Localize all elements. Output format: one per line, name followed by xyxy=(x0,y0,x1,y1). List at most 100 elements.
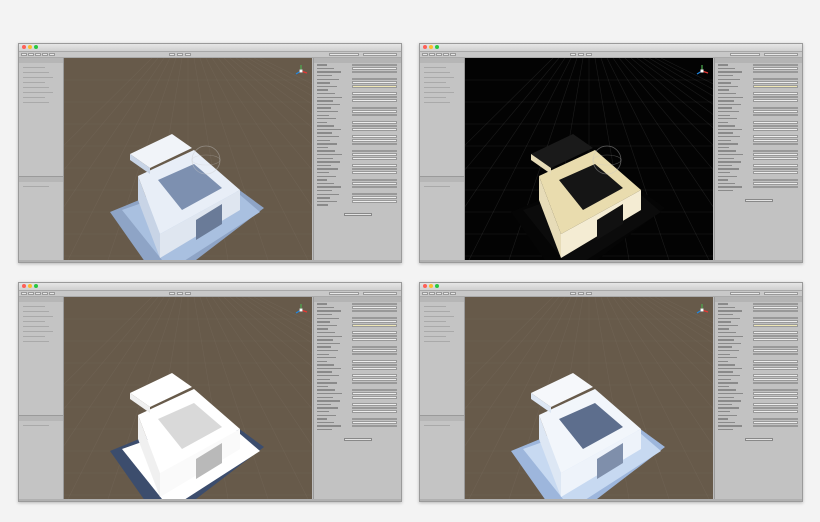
scene-gizmo-icon[interactable] xyxy=(294,64,308,78)
toolbar-button[interactable] xyxy=(436,292,442,295)
inspector-add-component-button[interactable] xyxy=(745,437,773,441)
maximize-window-button[interactable] xyxy=(435,284,439,288)
scene-canvas[interactable] xyxy=(64,297,312,499)
inspector-row-label xyxy=(718,121,728,124)
inspector-row-label xyxy=(317,414,336,416)
toolbar-button[interactable] xyxy=(429,292,435,295)
hierarchy-item[interactable] xyxy=(424,337,450,342)
toolbar-button[interactable] xyxy=(21,292,27,295)
toolbar-button[interactable] xyxy=(42,292,48,295)
inspector-row-label xyxy=(317,154,342,156)
toolbar-button[interactable] xyxy=(570,53,576,56)
close-window-button[interactable] xyxy=(22,284,26,288)
toolbar-button[interactable] xyxy=(578,53,584,56)
inspector-row-label xyxy=(317,114,329,116)
toolbar-button[interactable] xyxy=(586,292,592,295)
toolbar-button[interactable] xyxy=(443,53,449,56)
hierarchy-item[interactable] xyxy=(23,337,49,342)
inspector-row-label xyxy=(718,328,729,330)
toolbar-button[interactable] xyxy=(586,53,592,56)
scene-view[interactable] xyxy=(64,58,312,260)
maximize-window-button[interactable] xyxy=(34,45,38,49)
minimize-window-button[interactable] xyxy=(28,45,32,49)
inspector-row-label xyxy=(317,421,334,424)
toolbar-button[interactable] xyxy=(177,292,183,295)
toolbar-button[interactable] xyxy=(49,292,55,295)
toolbar-button[interactable] xyxy=(764,53,798,56)
close-window-button[interactable] xyxy=(423,45,427,49)
scene-gizmo-icon[interactable] xyxy=(695,303,709,317)
toolbar-button[interactable] xyxy=(42,53,48,56)
close-window-button[interactable] xyxy=(22,45,26,49)
inspector-row-label xyxy=(317,331,335,334)
inspector-panel xyxy=(313,297,401,499)
toolbar-button[interactable] xyxy=(422,53,428,56)
inspector-row-label xyxy=(317,385,328,388)
inspector-row-label xyxy=(718,114,730,116)
toolbar-button[interactable] xyxy=(436,53,442,56)
toolbar-button[interactable] xyxy=(177,53,183,56)
toolbar-button[interactable] xyxy=(169,53,175,56)
window-title xyxy=(69,283,351,290)
inspector-row-label xyxy=(718,364,735,366)
toolbar-button[interactable] xyxy=(28,292,34,295)
hierarchy-item[interactable] xyxy=(424,98,450,103)
inspector-row-label xyxy=(718,321,731,323)
toolbar-button[interactable] xyxy=(35,292,41,295)
project-asset-item[interactable] xyxy=(424,421,450,426)
project-asset-item[interactable] xyxy=(424,182,450,187)
inspector-add-component-button[interactable] xyxy=(344,437,372,441)
scene-gizmo-icon[interactable] xyxy=(695,64,709,78)
toolbar-button[interactable] xyxy=(185,53,191,56)
scene-canvas[interactable] xyxy=(465,297,713,499)
toolbar-button[interactable] xyxy=(169,292,175,295)
scene-canvas[interactable] xyxy=(64,58,312,260)
inspector-row-label xyxy=(718,100,734,102)
inspector-row-label xyxy=(317,411,329,413)
inspector-row-label xyxy=(718,82,731,84)
scene-canvas[interactable] xyxy=(465,58,713,260)
inspector-add-component-button[interactable] xyxy=(344,213,372,216)
inspector-row-label xyxy=(718,92,736,95)
minimize-window-button[interactable] xyxy=(429,284,433,288)
project-asset-item[interactable] xyxy=(23,182,49,187)
toolbar-button[interactable] xyxy=(764,292,798,295)
minimize-window-button[interactable] xyxy=(429,45,433,49)
inspector-add-component-button[interactable] xyxy=(745,198,773,202)
toolbar-button[interactable] xyxy=(422,292,428,295)
inspector-panel xyxy=(714,58,802,260)
toolbar-button[interactable] xyxy=(363,292,397,295)
toolbar-button[interactable] xyxy=(730,292,760,295)
scene-view[interactable] xyxy=(465,297,713,499)
project-asset-item[interactable] xyxy=(23,421,49,426)
close-window-button[interactable] xyxy=(423,284,427,288)
toolbar-button[interactable] xyxy=(578,292,584,295)
inspector-row-label xyxy=(317,428,332,431)
inspector-row-label xyxy=(718,418,728,420)
scene-view[interactable] xyxy=(465,58,713,260)
toolbar-button[interactable] xyxy=(185,292,191,295)
toolbar-button[interactable] xyxy=(570,292,576,295)
hierarchy-item[interactable] xyxy=(23,98,49,103)
toolbar-button[interactable] xyxy=(450,292,456,295)
toolbar-button[interactable] xyxy=(21,53,27,56)
toolbar-button[interactable] xyxy=(450,53,456,56)
inspector-row-label xyxy=(317,67,334,70)
toolbar-button[interactable] xyxy=(443,292,449,295)
scene-gizmo-icon[interactable] xyxy=(294,303,308,317)
toolbar-button[interactable] xyxy=(429,53,435,56)
scene-view[interactable] xyxy=(64,297,312,499)
toolbar-button[interactable] xyxy=(363,53,397,56)
toolbar-button[interactable] xyxy=(329,292,359,295)
toolbar-button[interactable] xyxy=(28,53,34,56)
toolbar-button[interactable] xyxy=(329,53,359,56)
inspector-row-label xyxy=(718,375,740,377)
toolbar-button[interactable] xyxy=(49,53,55,56)
status-bar xyxy=(19,260,401,262)
minimize-window-button[interactable] xyxy=(28,284,32,288)
inspector-row-label xyxy=(718,378,731,381)
toolbar-button[interactable] xyxy=(730,53,760,56)
maximize-window-button[interactable] xyxy=(435,45,439,49)
maximize-window-button[interactable] xyxy=(34,284,38,288)
toolbar-button[interactable] xyxy=(35,53,41,56)
